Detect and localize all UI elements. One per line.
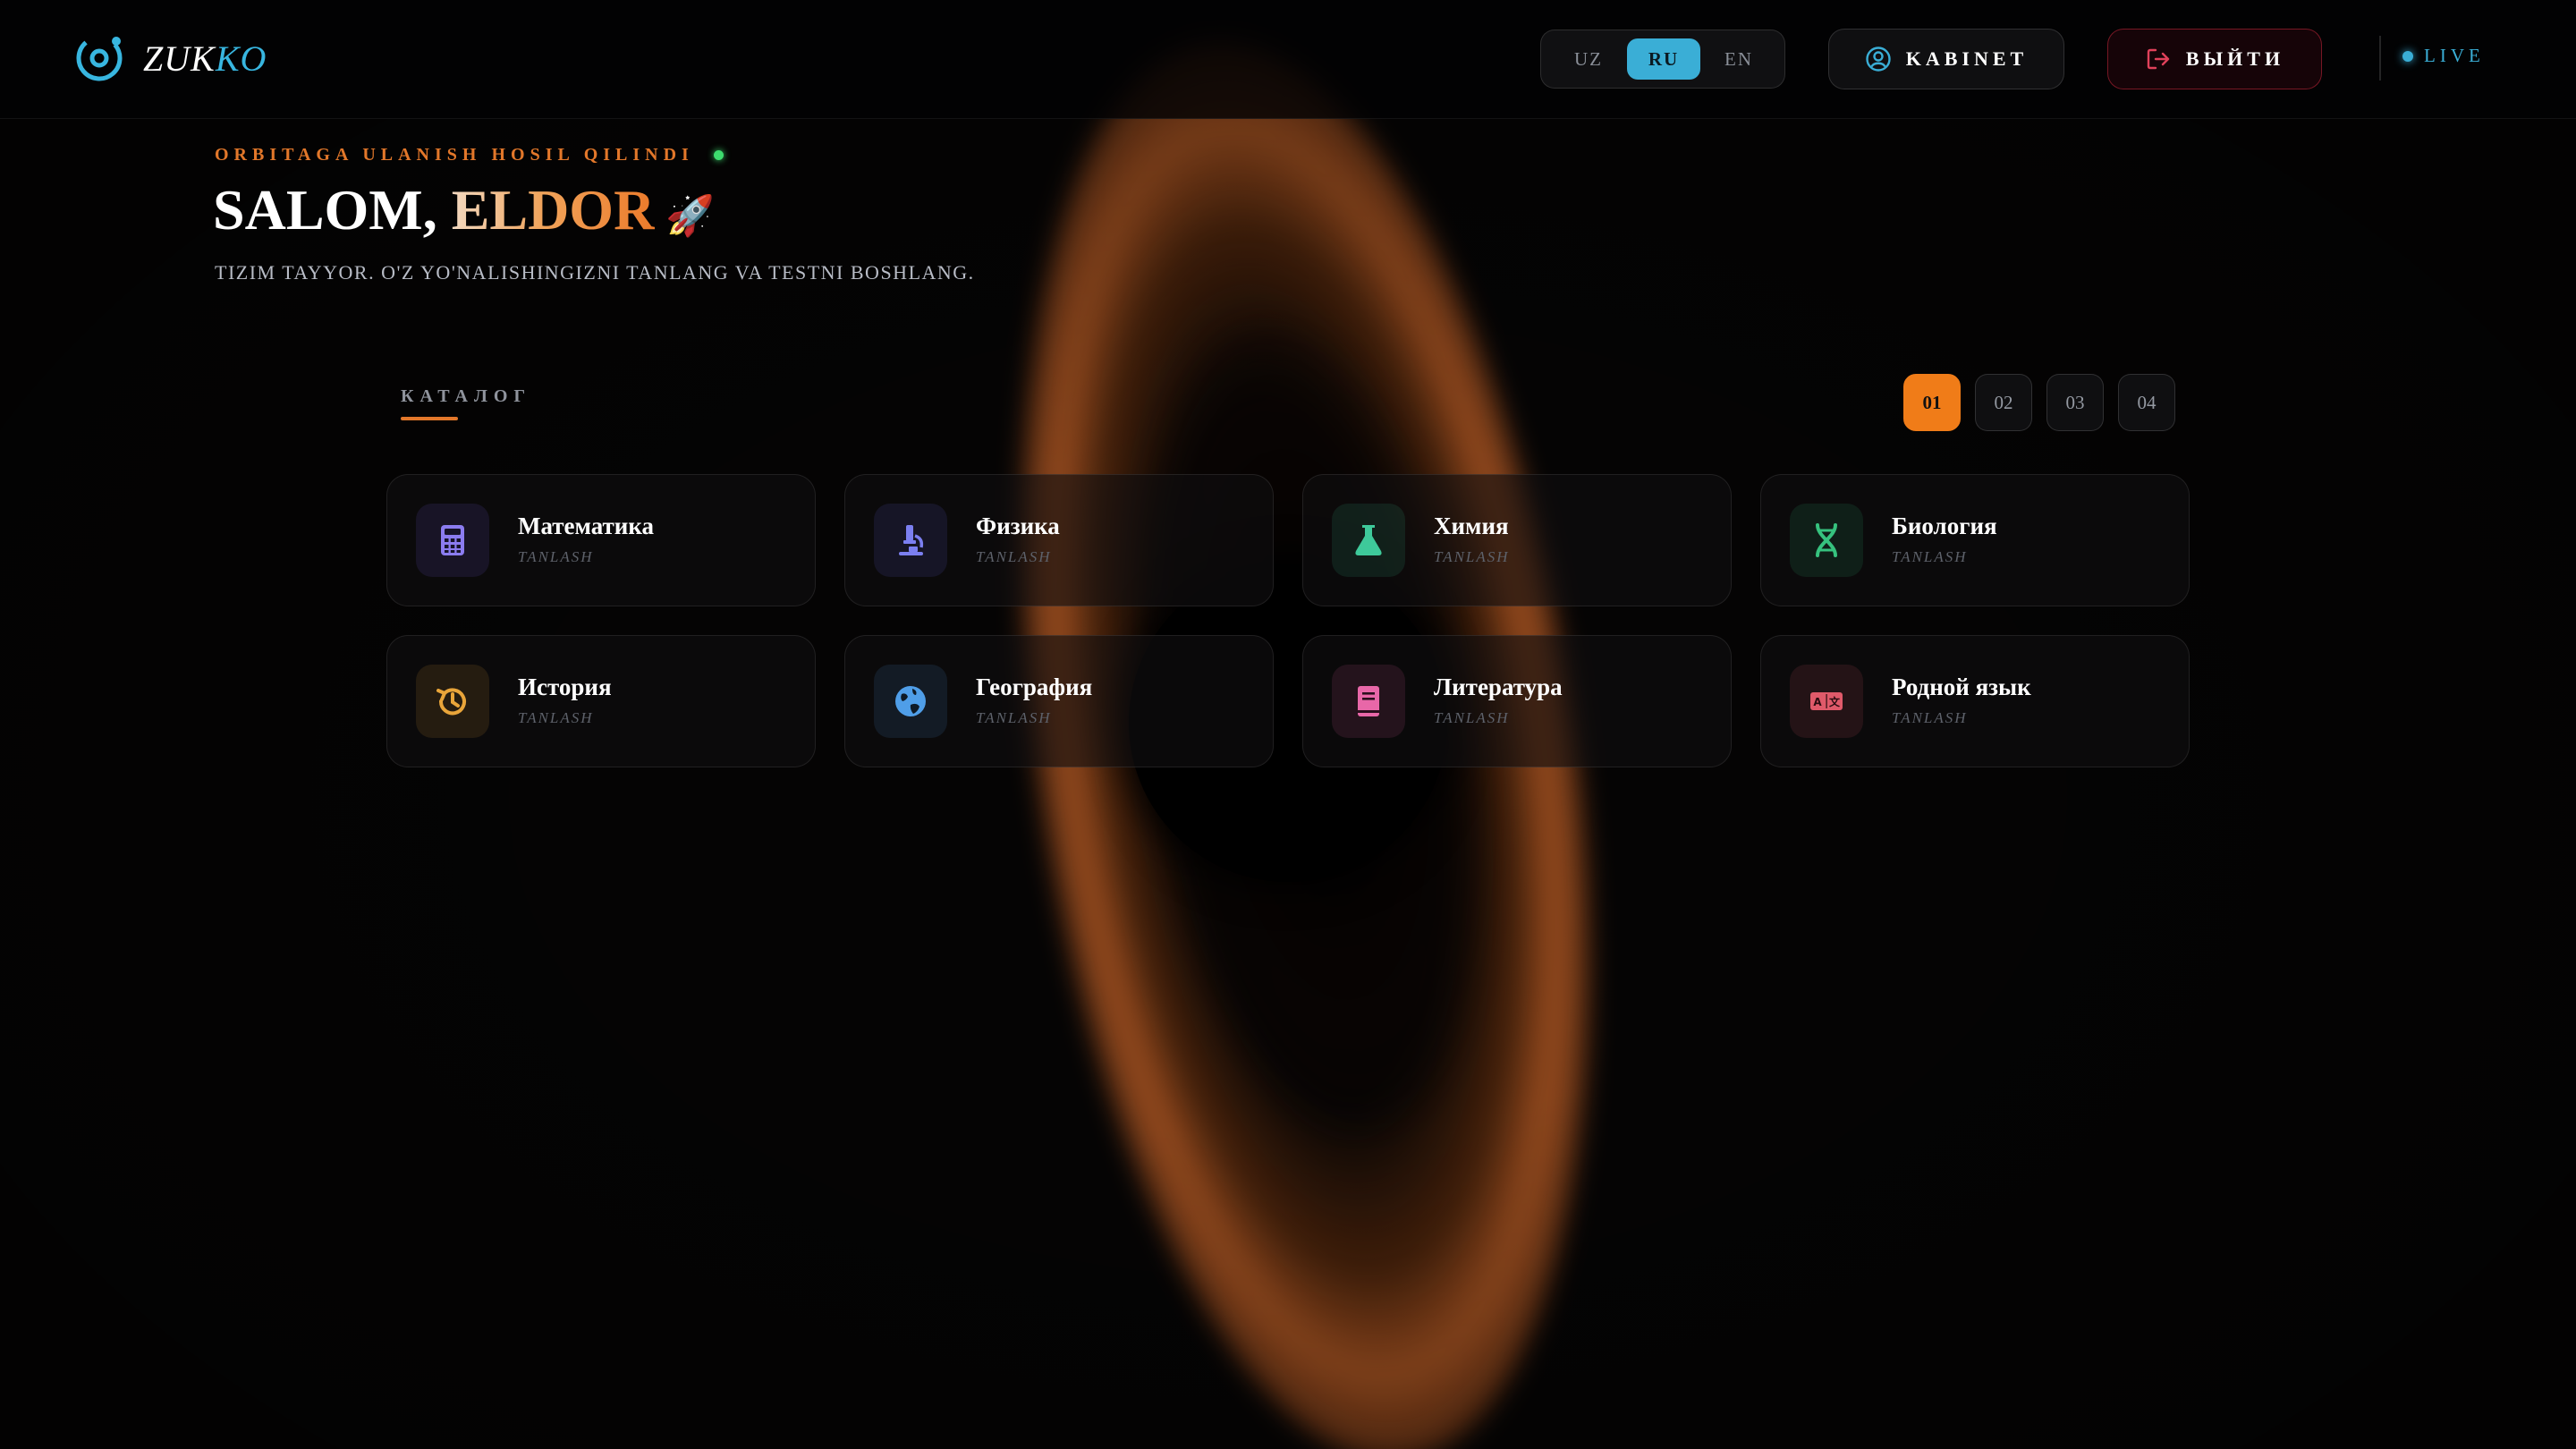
lang-option-en[interactable]: EN — [1702, 38, 1775, 80]
rocket-icon: 🚀 — [665, 193, 716, 239]
globe-icon — [874, 665, 947, 738]
page-subtitle: TIZIM TAYYOR. O'Z YO'NALISHINGIZNI TANLA… — [215, 261, 975, 284]
page-title: SALOM, ELDOR 🚀 — [213, 178, 716, 242]
svg-text:文: 文 — [1829, 695, 1841, 708]
subject-card-native-language[interactable]: A 文 Родной язык TANLASH — [1760, 635, 2190, 767]
svg-text:A: A — [1813, 696, 1822, 708]
cabinet-label: KABINET — [1905, 47, 2029, 70]
page-button-04[interactable]: 04 — [2118, 374, 2175, 431]
page-button-01[interactable]: 01 — [1903, 374, 1961, 431]
page-button-02[interactable]: 02 — [1975, 374, 2032, 431]
online-dot-icon — [713, 150, 724, 160]
subject-card-physics[interactable]: Физика TANLASH — [844, 474, 1274, 606]
history-icon — [416, 665, 489, 738]
live-status: LIVE — [2402, 45, 2485, 67]
subject-card-history[interactable]: История TANLASH — [386, 635, 816, 767]
translate-icon: A 文 — [1790, 665, 1863, 738]
flask-icon — [1332, 504, 1405, 577]
catalog-pagination: 01 02 03 04 — [1903, 374, 2175, 431]
catalog-heading: КАТАЛОГ — [401, 386, 532, 406]
logout-icon — [2147, 48, 2170, 70]
orbit-logo-icon — [76, 35, 123, 81]
subject-card-geography[interactable]: География TANLASH — [844, 635, 1274, 767]
dna-icon — [1790, 504, 1863, 577]
calculator-icon — [416, 504, 489, 577]
book-icon — [1332, 665, 1405, 738]
microscope-icon — [874, 504, 947, 577]
logout-label: ВЫЙТИ — [2185, 47, 2285, 70]
page-button-03[interactable]: 03 — [2046, 374, 2104, 431]
top-navbar: ZUKKO UZ RU EN KABINET ВЫЙТИ LIVE — [0, 0, 2576, 119]
user-circle-icon — [1866, 47, 1891, 72]
language-switcher: UZ RU EN — [1540, 30, 1785, 89]
user-name: ELDOR — [451, 178, 656, 242]
lang-option-uz[interactable]: UZ — [1552, 38, 1625, 80]
logo[interactable]: ZUKKO — [72, 30, 267, 86]
logout-button[interactable]: ВЫЙТИ — [2107, 29, 2322, 89]
logo-text: ZUKKO — [143, 38, 267, 79]
cabinet-button[interactable]: KABINET — [1828, 29, 2064, 89]
lang-option-ru[interactable]: RU — [1627, 38, 1700, 80]
connection-status: ORBITAGA ULANISH HOSIL QILINDI — [215, 145, 724, 165]
live-dot-icon — [2402, 50, 2413, 62]
subject-card-chemistry[interactable]: Химия TANLASH — [1302, 474, 1732, 606]
subject-card-biology[interactable]: Биология TANLASH — [1760, 474, 2190, 606]
subject-card-math[interactable]: Математика TANLASH — [386, 474, 816, 606]
subject-card-literature[interactable]: Литература TANLASH — [1302, 635, 1732, 767]
